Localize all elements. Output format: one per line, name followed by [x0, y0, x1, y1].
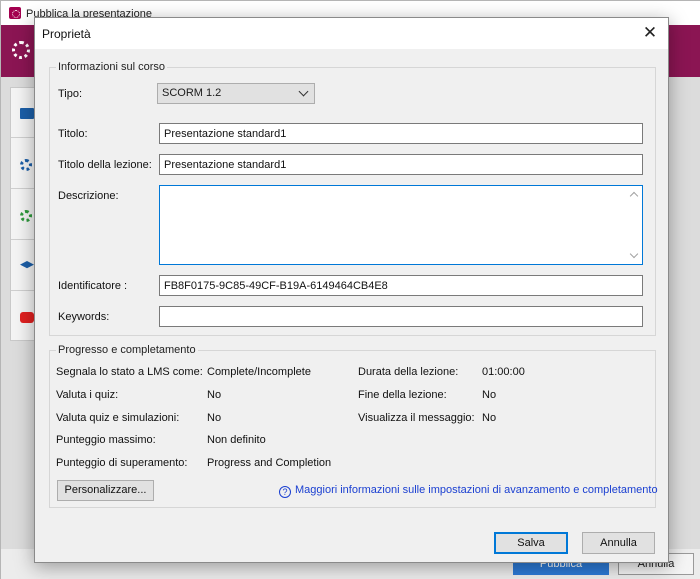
passing-score-label: Punteggio di superamento:	[56, 457, 188, 469]
properties-dialog: Proprietà ✕ Informazioni sul corso Tipo:…	[34, 17, 669, 563]
customize-button[interactable]: Personalizzare...	[57, 480, 154, 501]
close-icon[interactable]: ✕	[640, 23, 660, 43]
passing-score-value: Progress and Completion	[207, 457, 332, 469]
lesson-end-label: Fine della lezione:	[358, 389, 447, 401]
report-status-label: Segnala lo stato a LMS come:	[56, 366, 203, 378]
ispring-learn-icon	[20, 210, 32, 222]
chevron-down-icon	[298, 86, 309, 97]
graduation-cap-icon	[20, 261, 34, 269]
scroll-up-icon[interactable]	[629, 191, 639, 201]
save-button[interactable]: Salva	[494, 532, 568, 554]
app-icon	[9, 7, 21, 19]
identifier-label: Identificatore :	[58, 280, 128, 292]
ispring-logo-icon	[12, 41, 30, 59]
course-info-group-title: Informazioni sul corso	[56, 61, 167, 73]
scroll-down-icon[interactable]	[629, 249, 639, 259]
show-message-value: No	[482, 412, 497, 424]
report-status-value: Complete/Incomplete	[207, 366, 311, 378]
progress-group-title: Progresso e completamento	[56, 344, 198, 356]
lesson-title-input[interactable]	[159, 154, 643, 175]
youtube-icon	[20, 312, 34, 323]
description-textarea[interactable]	[159, 185, 643, 265]
cancel-button[interactable]: Annulla	[582, 532, 655, 554]
type-select[interactable]: SCORM 1.2	[157, 83, 315, 104]
progress-info-link[interactable]: ? Maggiori informazioni sulle impostazion…	[279, 484, 658, 498]
evaluate-quiz-simulations-label: Valuta quiz e simulazioni:	[56, 412, 180, 424]
title-input[interactable]	[159, 123, 643, 144]
question-circle-icon: ?	[279, 486, 291, 498]
progress-info-link-text: Maggiori informazioni sulle impostazioni…	[295, 484, 658, 496]
monitor-icon	[20, 108, 34, 119]
keywords-label: Keywords:	[58, 311, 110, 323]
lesson-duration-label: Durata della lezione:	[358, 366, 459, 378]
max-score-value: Non definito	[207, 434, 266, 446]
lesson-duration-value: 01:00:00	[482, 366, 525, 378]
lesson-end-value: No	[482, 389, 497, 401]
ispring-cloud-icon	[20, 159, 32, 171]
evaluate-quiz-label: Valuta i quiz:	[56, 389, 119, 401]
dialog-titlebar: Proprietà ✕	[35, 18, 668, 49]
publish-target-sidebar	[10, 87, 37, 341]
description-label: Descrizione:	[58, 190, 119, 202]
keywords-input[interactable]	[159, 306, 643, 327]
type-select-value: SCORM 1.2	[162, 87, 222, 99]
description-scrollbar[interactable]	[626, 186, 642, 264]
lesson-title-label: Titolo della lezione:	[58, 159, 152, 171]
title-label: Titolo:	[58, 128, 88, 140]
identifier-input[interactable]	[159, 275, 643, 296]
show-message-label: Visualizza il messaggio:	[358, 412, 475, 424]
dialog-title: Proprietà	[42, 27, 91, 41]
max-score-label: Punteggio massimo:	[56, 434, 156, 446]
evaluate-quiz-value: No	[207, 389, 222, 401]
evaluate-quiz-simulations-value: No	[207, 412, 222, 424]
type-label: Tipo:	[58, 88, 83, 100]
